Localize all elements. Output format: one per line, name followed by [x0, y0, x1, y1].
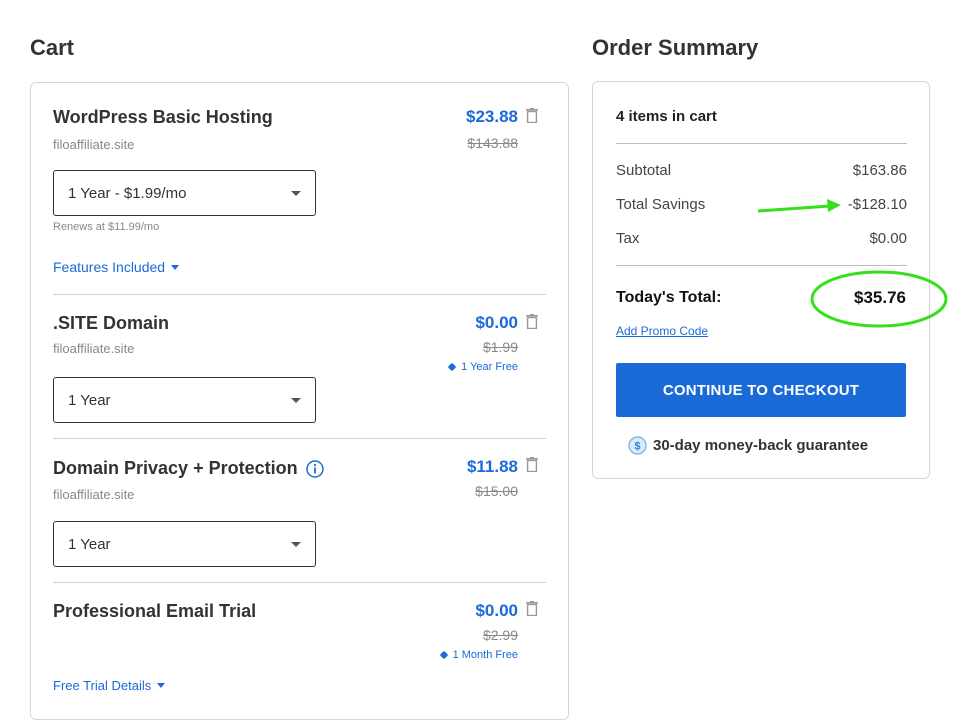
annotation-overlay: [757, 199, 948, 328]
highlight-circle: [810, 270, 948, 328]
arrow-head: [827, 199, 841, 212]
arrow-shaft: [757, 204, 831, 213]
